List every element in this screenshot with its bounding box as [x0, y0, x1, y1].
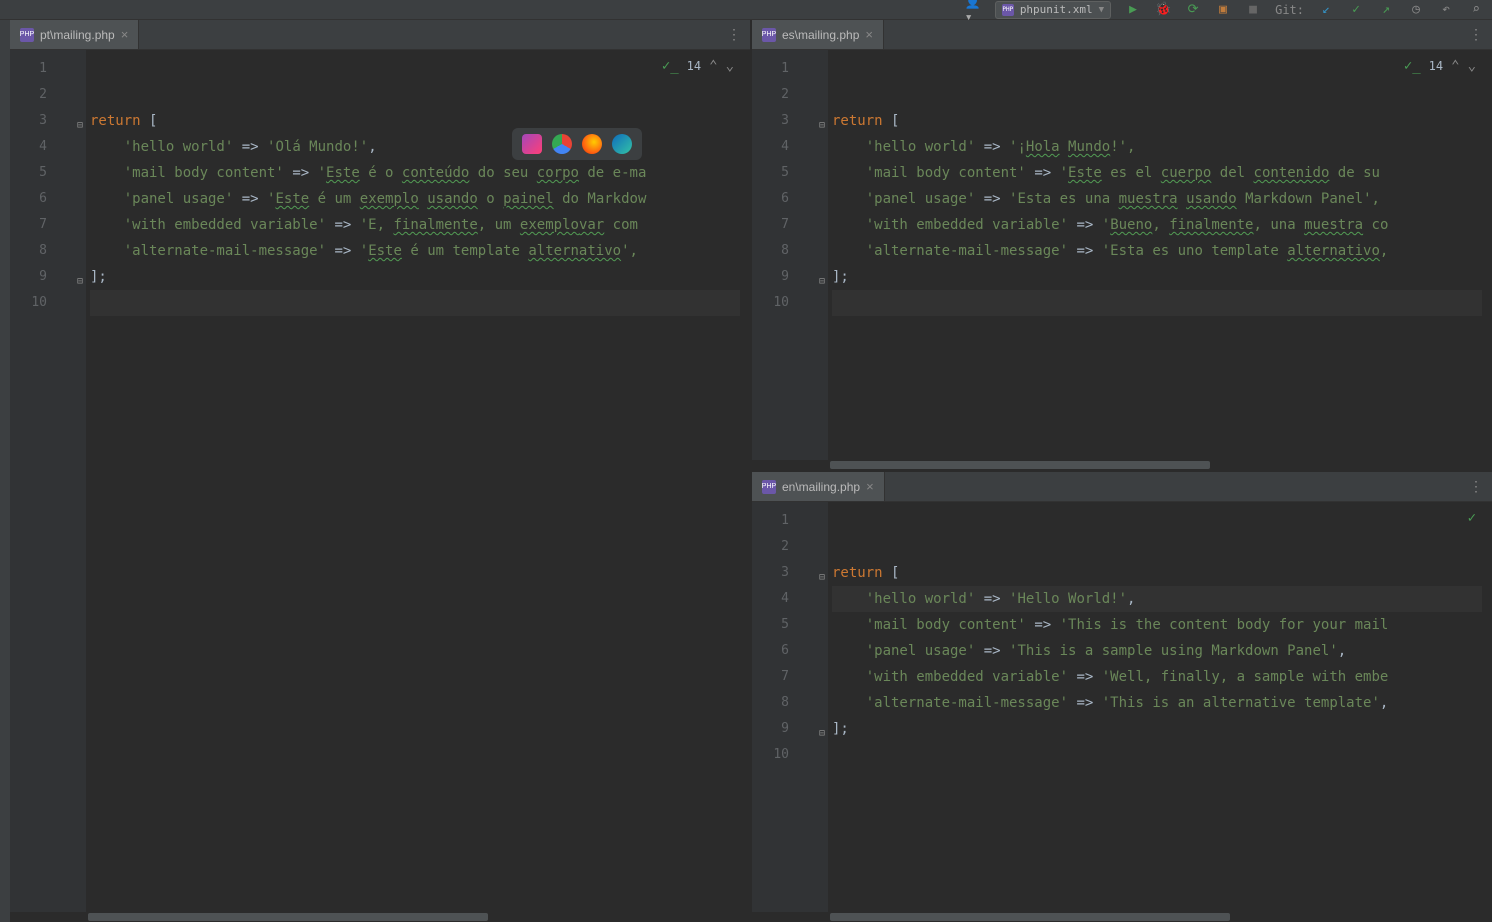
- code-area[interactable]: return [ 'hello world' => '¡Hola Mundo!'…: [828, 50, 1492, 460]
- check-icon: ✓̲: [662, 58, 679, 74]
- close-icon[interactable]: ×: [866, 479, 874, 494]
- run-config-label: phpunit.xml: [1020, 3, 1093, 16]
- horizontal-scrollbar[interactable]: [752, 912, 1492, 922]
- chrome-icon[interactable]: [552, 134, 572, 154]
- git-update-icon[interactable]: ↙: [1318, 2, 1334, 18]
- git-history-icon[interactable]: ◷: [1408, 2, 1424, 18]
- editor-pane-pt: PHP pt\mailing.php × ⋮ ✓̲ 14 ⌃ ⌄ 123⊟456…: [10, 20, 750, 922]
- git-rollback-icon[interactable]: ↶: [1438, 2, 1454, 18]
- search-icon[interactable]: ⌕: [1468, 2, 1484, 18]
- problems-count: 14: [687, 59, 701, 73]
- main-toolbar: 👤▾ PHP phpunit.xml ▼ ▶ 🐞 ⟳ ▣ ■ Git: ↙ ✓ …: [0, 0, 1492, 20]
- phpstorm-icon[interactable]: [522, 134, 542, 154]
- horizontal-scrollbar[interactable]: [752, 460, 1492, 470]
- tab-label: es\mailing.php: [782, 28, 859, 42]
- tab-pt-mailing[interactable]: PHP pt\mailing.php ×: [10, 20, 139, 49]
- nav-down-icon[interactable]: ⌄: [726, 58, 734, 74]
- editor-inspection-status[interactable]: ✓̲ 14 ⌃ ⌄: [1400, 56, 1480, 76]
- php-icon: PHP: [762, 28, 776, 42]
- more-icon[interactable]: ⋮: [1459, 27, 1492, 43]
- more-icon[interactable]: ⋮: [717, 27, 750, 43]
- editor-pane-en: PHP en\mailing.php × ⋮ ✓ 123⊟456789⊟10 r…: [752, 472, 1492, 922]
- php-icon: PHP: [762, 480, 776, 494]
- tab-en-mailing[interactable]: PHP en\mailing.php ×: [752, 472, 885, 501]
- stop-icon[interactable]: ■: [1245, 2, 1261, 18]
- git-push-icon[interactable]: ↗: [1378, 2, 1394, 18]
- tab-es-mailing[interactable]: PHP es\mailing.php ×: [752, 20, 884, 49]
- check-icon: ✓: [1468, 510, 1476, 526]
- chevron-down-icon: ▼: [1099, 5, 1104, 15]
- tab-label: en\mailing.php: [782, 480, 860, 494]
- horizontal-scrollbar[interactable]: [10, 912, 750, 922]
- tab-label: pt\mailing.php: [40, 28, 115, 42]
- vertical-scrollbar[interactable]: [1482, 502, 1492, 902]
- editor-pane-es: PHP es\mailing.php × ⋮ ✓̲ 14 ⌃ ⌄ 123⊟456…: [752, 20, 1492, 470]
- user-icon[interactable]: 👤▾: [965, 2, 981, 18]
- check-icon: ✓̲: [1404, 58, 1421, 74]
- gutter[interactable]: 123⊟456789⊟10: [752, 50, 828, 460]
- vertical-scrollbar[interactable]: [740, 50, 750, 902]
- editor-inspection-status[interactable]: ✓̲ 14 ⌃ ⌄: [658, 56, 738, 76]
- git-commit-icon[interactable]: ✓: [1348, 2, 1364, 18]
- close-icon[interactable]: ×: [865, 27, 873, 42]
- run-config-selector[interactable]: PHP phpunit.xml ▼: [995, 1, 1111, 19]
- more-icon[interactable]: ⋮: [1459, 479, 1492, 495]
- coverage-icon[interactable]: ⟳: [1185, 2, 1201, 18]
- gutter[interactable]: 123⊟456789⊟10: [10, 50, 86, 912]
- edge-icon[interactable]: [612, 134, 632, 154]
- tool-window-strip-left[interactable]: [0, 20, 10, 922]
- debug-icon[interactable]: 🐞: [1155, 2, 1171, 18]
- php-icon: PHP: [1002, 4, 1014, 16]
- nav-up-icon[interactable]: ⌃: [1451, 58, 1459, 74]
- vertical-scrollbar[interactable]: [1482, 50, 1492, 450]
- firefox-icon[interactable]: [582, 134, 602, 154]
- problems-count: 14: [1429, 59, 1443, 73]
- close-icon[interactable]: ×: [121, 27, 129, 42]
- nav-down-icon[interactable]: ⌄: [1468, 58, 1476, 74]
- php-icon: PHP: [20, 28, 34, 42]
- code-area[interactable]: return [ 'hello world' => 'Hello World!'…: [828, 502, 1492, 912]
- code-area[interactable]: return [ 'hello world' => 'Olá Mundo!', …: [86, 50, 750, 912]
- editor-inspection-status[interactable]: ✓: [1464, 508, 1480, 528]
- gutter[interactable]: 123⊟456789⊟10: [752, 502, 828, 912]
- run-icon[interactable]: ▶: [1125, 2, 1141, 18]
- browser-preview-bar: [512, 128, 642, 160]
- git-label: Git:: [1275, 3, 1304, 17]
- nav-up-icon[interactable]: ⌃: [709, 58, 717, 74]
- profiler-icon[interactable]: ▣: [1215, 2, 1231, 18]
